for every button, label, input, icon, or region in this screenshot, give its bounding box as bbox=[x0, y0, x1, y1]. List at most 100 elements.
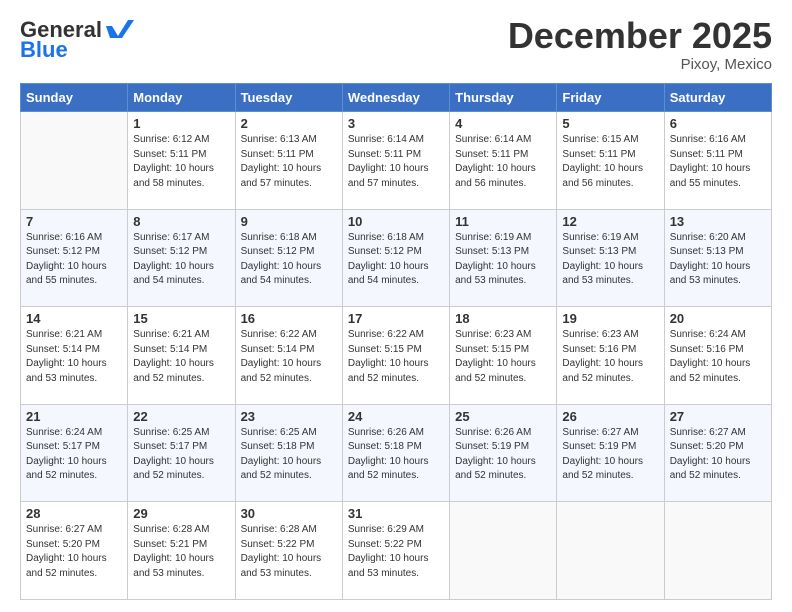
table-row: 7 Sunrise: 6:16 AM Sunset: 5:12 PM Daylig… bbox=[21, 209, 128, 307]
day-info: Sunrise: 6:28 AM Sunset: 5:22 PM Dayligh… bbox=[241, 523, 337, 581]
table-row: 18 Sunrise: 6:23 AM Sunset: 5:15 PM Dayli… bbox=[450, 307, 557, 405]
day-number: 31 bbox=[348, 506, 444, 521]
day-number: 1 bbox=[133, 116, 229, 131]
table-row: 5 Sunrise: 6:15 AM Sunset: 5:11 PM Daylig… bbox=[557, 112, 664, 210]
table-row: 21Sunrise: 6:24 AM Sunset: 5:17 PM Dayli… bbox=[21, 404, 128, 502]
table-row: 1Sunrise: 6:12 AM Sunset: 5:11 PM Daylig… bbox=[128, 112, 235, 210]
day-info: Sunrise: 6:22 AM Sunset: 5:15 PM Dayligh… bbox=[348, 328, 444, 386]
table-row: 10Sunrise: 6:18 AM Sunset: 5:12 PM Dayli… bbox=[342, 209, 449, 307]
day-info: Sunrise: 6:24 AM Sunset: 5:16 PM Dayligh… bbox=[670, 328, 766, 386]
day-number: 29 bbox=[133, 506, 229, 521]
day-info: Sunrise: 6:29 AM Sunset: 5:22 PM Dayligh… bbox=[348, 523, 444, 581]
day-number: 4 bbox=[455, 116, 551, 131]
table-row: 6 Sunrise: 6:16 AM Sunset: 5:11 PM Daylig… bbox=[664, 112, 771, 210]
day-info: Sunrise: 6:23 AM Sunset: 5:16 PM Dayligh… bbox=[562, 328, 658, 386]
day-info: Sunrise: 6:24 AM Sunset: 5:17 PM Dayligh… bbox=[26, 426, 122, 484]
col-sunday: Sunday bbox=[21, 84, 128, 112]
day-number: 26 bbox=[562, 409, 658, 424]
day-number: 12 bbox=[562, 214, 658, 229]
table-row: 14 Sunrise: 6:21 AM Sunset: 5:14 PM Dayli… bbox=[21, 307, 128, 405]
page: General Blue December 2025 Pixoy, Mexico… bbox=[0, 0, 792, 612]
table-row: 4 Sunrise: 6:14 AM Sunset: 5:11 PM Daylig… bbox=[450, 112, 557, 210]
day-number: 25 bbox=[455, 409, 551, 424]
table-row: 11Sunrise: 6:19 AM Sunset: 5:13 PM Dayli… bbox=[450, 209, 557, 307]
day-info: Sunrise: 6:23 AM Sunset: 5:15 PM Dayligh… bbox=[455, 328, 551, 386]
table-row: 20 Sunrise: 6:24 AM Sunset: 5:16 PM Dayli… bbox=[664, 307, 771, 405]
calendar-week-row: 14 Sunrise: 6:21 AM Sunset: 5:14 PM Dayli… bbox=[21, 307, 772, 405]
title-area: December 2025 Pixoy, Mexico bbox=[508, 18, 772, 73]
day-info: Sunrise: 6:25 AM Sunset: 5:17 PM Dayligh… bbox=[133, 426, 229, 484]
table-row: 27 Sunrise: 6:27 AM Sunset: 5:20 PM Dayli… bbox=[664, 404, 771, 502]
day-info: Sunrise: 6:22 AM Sunset: 5:14 PM Dayligh… bbox=[241, 328, 337, 386]
table-row: 26 Sunrise: 6:27 AM Sunset: 5:19 PM Dayli… bbox=[557, 404, 664, 502]
col-saturday: Saturday bbox=[664, 84, 771, 112]
logo-blue: Blue bbox=[20, 38, 134, 62]
day-number: 22 bbox=[133, 409, 229, 424]
day-info: Sunrise: 6:20 AM Sunset: 5:13 PM Dayligh… bbox=[670, 231, 766, 289]
calendar-week-row: 1Sunrise: 6:12 AM Sunset: 5:11 PM Daylig… bbox=[21, 112, 772, 210]
logo: General Blue bbox=[20, 18, 134, 62]
day-info: Sunrise: 6:18 AM Sunset: 5:12 PM Dayligh… bbox=[241, 231, 337, 289]
table-row: 30 Sunrise: 6:28 AM Sunset: 5:22 PM Dayli… bbox=[235, 502, 342, 600]
table-row: 9Sunrise: 6:18 AM Sunset: 5:12 PM Daylig… bbox=[235, 209, 342, 307]
day-number: 5 bbox=[562, 116, 658, 131]
col-monday: Monday bbox=[128, 84, 235, 112]
col-thursday: Thursday bbox=[450, 84, 557, 112]
table-row bbox=[21, 112, 128, 210]
day-info: Sunrise: 6:28 AM Sunset: 5:21 PM Dayligh… bbox=[133, 523, 229, 581]
table-row bbox=[557, 502, 664, 600]
table-row: 22 Sunrise: 6:25 AM Sunset: 5:17 PM Dayli… bbox=[128, 404, 235, 502]
day-info: Sunrise: 6:19 AM Sunset: 5:13 PM Dayligh… bbox=[455, 231, 551, 289]
calendar-table: Sunday Monday Tuesday Wednesday Thursday… bbox=[20, 83, 772, 600]
day-number: 30 bbox=[241, 506, 337, 521]
day-number: 17 bbox=[348, 311, 444, 326]
day-info: Sunrise: 6:16 AM Sunset: 5:12 PM Dayligh… bbox=[26, 231, 122, 289]
day-info: Sunrise: 6:21 AM Sunset: 5:14 PM Dayligh… bbox=[26, 328, 122, 386]
table-row: 17 Sunrise: 6:22 AM Sunset: 5:15 PM Dayli… bbox=[342, 307, 449, 405]
day-number: 13 bbox=[670, 214, 766, 229]
calendar-week-row: 7 Sunrise: 6:16 AM Sunset: 5:12 PM Daylig… bbox=[21, 209, 772, 307]
col-tuesday: Tuesday bbox=[235, 84, 342, 112]
day-info: Sunrise: 6:15 AM Sunset: 5:11 PM Dayligh… bbox=[562, 133, 658, 191]
day-number: 27 bbox=[670, 409, 766, 424]
table-row: 8Sunrise: 6:17 AM Sunset: 5:12 PM Daylig… bbox=[128, 209, 235, 307]
table-row: 3Sunrise: 6:14 AM Sunset: 5:11 PM Daylig… bbox=[342, 112, 449, 210]
table-row: 15Sunrise: 6:21 AM Sunset: 5:14 PM Dayli… bbox=[128, 307, 235, 405]
day-number: 6 bbox=[670, 116, 766, 131]
table-row: 2Sunrise: 6:13 AM Sunset: 5:11 PM Daylig… bbox=[235, 112, 342, 210]
day-info: Sunrise: 6:17 AM Sunset: 5:12 PM Dayligh… bbox=[133, 231, 229, 289]
calendar-week-row: 21Sunrise: 6:24 AM Sunset: 5:17 PM Dayli… bbox=[21, 404, 772, 502]
table-row: 25Sunrise: 6:26 AM Sunset: 5:19 PM Dayli… bbox=[450, 404, 557, 502]
day-number: 14 bbox=[26, 311, 122, 326]
day-number: 3 bbox=[348, 116, 444, 131]
day-info: Sunrise: 6:25 AM Sunset: 5:18 PM Dayligh… bbox=[241, 426, 337, 484]
day-info: Sunrise: 6:27 AM Sunset: 5:20 PM Dayligh… bbox=[670, 426, 766, 484]
header: General Blue December 2025 Pixoy, Mexico bbox=[20, 18, 772, 73]
location: Pixoy, Mexico bbox=[508, 56, 772, 73]
day-number: 28 bbox=[26, 506, 122, 521]
table-row: 19Sunrise: 6:23 AM Sunset: 5:16 PM Dayli… bbox=[557, 307, 664, 405]
calendar-header-row: Sunday Monday Tuesday Wednesday Thursday… bbox=[21, 84, 772, 112]
table-row: 28 Sunrise: 6:27 AM Sunset: 5:20 PM Dayli… bbox=[21, 502, 128, 600]
day-info: Sunrise: 6:16 AM Sunset: 5:11 PM Dayligh… bbox=[670, 133, 766, 191]
table-row: 13 Sunrise: 6:20 AM Sunset: 5:13 PM Dayli… bbox=[664, 209, 771, 307]
day-info: Sunrise: 6:27 AM Sunset: 5:19 PM Dayligh… bbox=[562, 426, 658, 484]
day-number: 2 bbox=[241, 116, 337, 131]
day-info: Sunrise: 6:19 AM Sunset: 5:13 PM Dayligh… bbox=[562, 231, 658, 289]
day-number: 20 bbox=[670, 311, 766, 326]
day-info: Sunrise: 6:18 AM Sunset: 5:12 PM Dayligh… bbox=[348, 231, 444, 289]
col-friday: Friday bbox=[557, 84, 664, 112]
table-row bbox=[664, 502, 771, 600]
day-info: Sunrise: 6:27 AM Sunset: 5:20 PM Dayligh… bbox=[26, 523, 122, 581]
day-number: 7 bbox=[26, 214, 122, 229]
day-number: 23 bbox=[241, 409, 337, 424]
table-row: 12 Sunrise: 6:19 AM Sunset: 5:13 PM Dayli… bbox=[557, 209, 664, 307]
day-info: Sunrise: 6:14 AM Sunset: 5:11 PM Dayligh… bbox=[455, 133, 551, 191]
table-row: 23 Sunrise: 6:25 AM Sunset: 5:18 PM Dayli… bbox=[235, 404, 342, 502]
col-wednesday: Wednesday bbox=[342, 84, 449, 112]
day-number: 24 bbox=[348, 409, 444, 424]
day-number: 16 bbox=[241, 311, 337, 326]
day-number: 18 bbox=[455, 311, 551, 326]
calendar-week-row: 28 Sunrise: 6:27 AM Sunset: 5:20 PM Dayli… bbox=[21, 502, 772, 600]
table-row: 31 Sunrise: 6:29 AM Sunset: 5:22 PM Dayli… bbox=[342, 502, 449, 600]
